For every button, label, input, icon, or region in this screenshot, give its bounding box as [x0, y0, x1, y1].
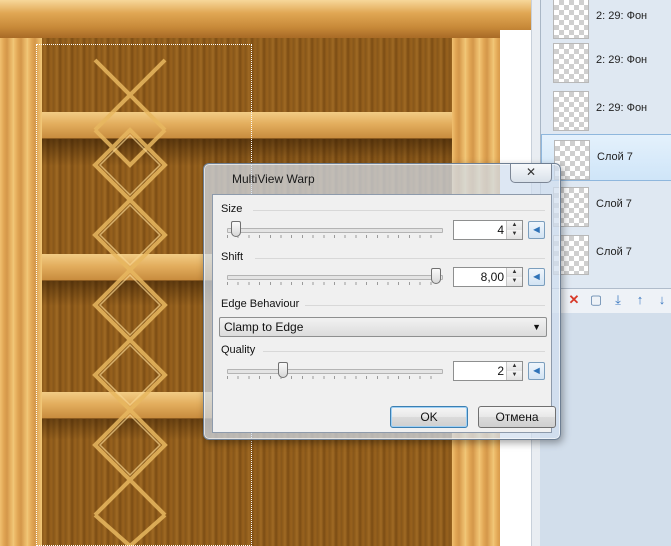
multiview-warp-dialog: MultiView Warp ✕ Size 4 ▲ ▼ ◄ Shift 8,00 … [203, 163, 561, 440]
cancel-button[interactable]: Отмена [478, 406, 556, 428]
close-button[interactable]: ✕ [510, 164, 552, 183]
duplicate-layer-icon[interactable]: ▢ [588, 292, 604, 308]
group-divider [263, 351, 545, 352]
size-input[interactable]: 4 ▲ ▼ [453, 220, 523, 240]
edge-behaviour-select[interactable]: Clamp to Edge ▼ [219, 317, 547, 337]
quality-slider-thumb[interactable] [278, 362, 288, 378]
layer-item[interactable]: 2: 29: Фон [541, 86, 671, 133]
ok-button[interactable]: OK [390, 406, 468, 428]
move-down-icon[interactable]: ↓ [654, 292, 670, 308]
spin-down-icon[interactable]: ▼ [507, 230, 522, 239]
group-divider [305, 305, 545, 306]
spin-up-icon[interactable]: ▲ [507, 221, 522, 230]
shift-spinner[interactable]: ▲ ▼ [506, 268, 522, 286]
chevron-down-icon: ▼ [532, 322, 541, 332]
group-divider [255, 258, 545, 259]
spin-up-icon[interactable]: ▲ [507, 268, 522, 277]
delete-layer-icon[interactable]: ✕ [566, 292, 582, 308]
reset-arrow-icon: ◄ [531, 271, 542, 283]
merge-down-icon[interactable]: ⤓ [610, 292, 626, 308]
quality-slider-ticks [227, 376, 441, 379]
quality-slider-track[interactable] [227, 369, 443, 374]
shelf-top-board [0, 0, 548, 38]
layer-thumbnail [553, 43, 589, 83]
shift-label: Shift [221, 251, 244, 263]
move-up-icon[interactable]: ↑ [632, 292, 648, 308]
layer-label: Слой 7 [596, 198, 632, 210]
quality-spinner[interactable]: ▲ ▼ [506, 362, 522, 380]
shift-input[interactable]: 8,00 ▲ ▼ [453, 267, 523, 287]
shift-slider-track[interactable] [227, 275, 443, 280]
size-reset-button[interactable]: ◄ [528, 221, 545, 239]
layer-label: 2: 29: Фон [596, 10, 648, 22]
layer-item[interactable]: 2: 29: Фон [541, 0, 671, 41]
size-slider-track[interactable] [227, 228, 443, 233]
quality-value: 2 [497, 364, 504, 378]
spin-up-icon[interactable]: ▲ [507, 362, 522, 371]
size-spinner[interactable]: ▲ ▼ [506, 221, 522, 239]
layer-label: Слой 7 [596, 246, 632, 258]
layer-thumbnail [553, 0, 589, 39]
layer-label: 2: 29: Фон [596, 54, 648, 66]
edge-behaviour-selected: Clamp to Edge [224, 320, 304, 334]
spin-down-icon[interactable]: ▼ [507, 371, 522, 380]
dialog-title: MultiView Warp [232, 172, 315, 186]
edge-behaviour-label: Edge Behaviour [221, 298, 300, 310]
group-divider [253, 210, 545, 211]
layer-item[interactable]: 2: 29: Фон [541, 38, 671, 85]
layer-label: Слой 7 [597, 151, 633, 163]
quality-reset-button[interactable]: ◄ [528, 362, 545, 380]
spin-down-icon[interactable]: ▼ [507, 277, 522, 286]
shift-value: 8,00 [480, 270, 504, 284]
shift-slider-ticks [227, 282, 441, 285]
reset-arrow-icon: ◄ [531, 365, 542, 377]
size-slider-ticks [227, 235, 441, 238]
layer-thumbnail [553, 91, 589, 131]
size-label: Size [221, 203, 243, 215]
shift-reset-button[interactable]: ◄ [528, 268, 545, 286]
layer-label: 2: 29: Фон [596, 102, 648, 114]
dialog-client-area: Size 4 ▲ ▼ ◄ Shift 8,00 ▲ ▼ ◄ Edge Behavio… [212, 194, 552, 433]
reset-arrow-icon: ◄ [531, 224, 542, 236]
quality-input[interactable]: 2 ▲ ▼ [453, 361, 523, 381]
close-icon: ✕ [525, 165, 537, 179]
quality-label: Quality [221, 344, 256, 356]
shift-slider-thumb[interactable] [431, 268, 441, 284]
size-slider-thumb[interactable] [231, 221, 242, 237]
size-value: 4 [497, 223, 504, 237]
